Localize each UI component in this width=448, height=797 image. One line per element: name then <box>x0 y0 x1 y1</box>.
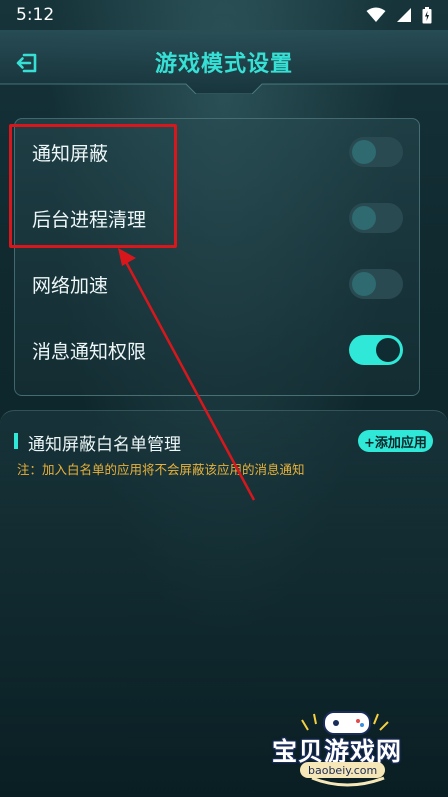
setting-row-notification-block: 通知屏蔽 <box>15 127 421 177</box>
toggle-knob <box>352 206 376 230</box>
signal-icon <box>397 8 411 22</box>
setting-row-network-boost: 网络加速 <box>15 259 421 309</box>
notification-block-toggle[interactable] <box>349 137 403 167</box>
setting-row-background-cleanup: 后台进程清理 <box>15 193 421 243</box>
watermark-logo: 宝贝游戏网 baobeiy.com <box>272 700 422 790</box>
whitelist-note: 注：加入白名单的应用将不会屏蔽该应用的消息通知 <box>17 462 305 477</box>
status-time: 5:12 <box>16 5 55 25</box>
settings-card: 通知屏蔽 后台进程清理 网络加速 消息通知权限 <box>14 118 420 396</box>
setting-label: 后台进程清理 <box>32 208 147 231</box>
toggle-knob <box>352 272 376 296</box>
background-cleanup-toggle[interactable] <box>349 203 403 233</box>
setting-label: 网络加速 <box>32 274 109 297</box>
back-arrow-icon <box>16 53 37 73</box>
setting-label: 通知屏蔽 <box>32 142 109 165</box>
status-bar: 5:12 <box>0 0 448 30</box>
back-button[interactable] <box>14 50 40 76</box>
network-boost-toggle[interactable] <box>349 269 403 299</box>
toggle-knob <box>376 338 400 362</box>
setting-label: 消息通知权限 <box>32 340 147 363</box>
section-accent-bar <box>14 433 18 449</box>
page-title: 游戏模式设置 <box>154 52 293 77</box>
status-icons <box>366 6 432 24</box>
header: 游戏模式设置 <box>0 30 448 94</box>
toggle-knob <box>352 140 376 164</box>
message-permission-toggle[interactable] <box>349 335 403 365</box>
setting-row-message-permission: 消息通知权限 <box>15 325 421 375</box>
whitelist-title: 通知屏蔽白名单管理 <box>28 435 181 455</box>
add-app-button[interactable]: +添加应用 <box>358 430 433 452</box>
wifi-icon <box>366 7 386 22</box>
watermark-url: baobeiy.com <box>300 762 386 778</box>
battery-icon <box>422 6 432 23</box>
